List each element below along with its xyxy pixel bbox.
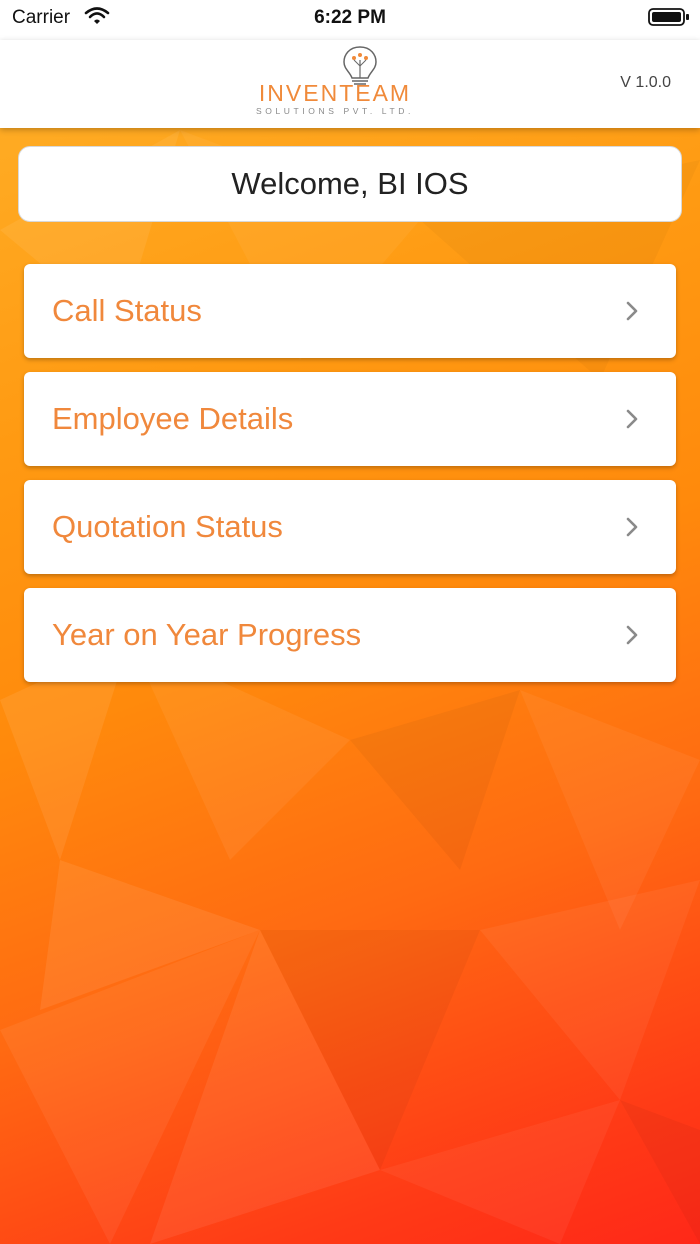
status-bar: Carrier 6:22 PM bbox=[0, 0, 700, 40]
chevron-right-icon bbox=[626, 301, 638, 326]
menu-item-year-on-year-progress[interactable]: Year on Year Progress bbox=[24, 588, 676, 682]
menu-item-call-status[interactable]: Call Status bbox=[24, 264, 676, 358]
welcome-banner: Welcome, BI IOS bbox=[18, 146, 682, 222]
status-time: 6:22 PM bbox=[314, 7, 386, 28]
welcome-text: Welcome, BI IOS bbox=[231, 166, 469, 201]
app-header: INVENTEAM SOLUTIONS PVT. LTD. V 1.0.0 bbox=[0, 40, 700, 128]
menu-item-quotation-status[interactable]: Quotation Status bbox=[24, 480, 676, 574]
menu-item-label: Call Status bbox=[52, 293, 202, 328]
menu-item-employee-details[interactable]: Employee Details bbox=[24, 372, 676, 466]
chevron-right-icon bbox=[626, 625, 638, 650]
menu-item-label: Year on Year Progress bbox=[52, 617, 362, 652]
inventeam-logo: INVENTEAM SOLUTIONS PVT. LTD. bbox=[240, 42, 430, 122]
main-menu: Call Status Employee Details Quotation S… bbox=[24, 264, 676, 696]
logo-subtitle: SOLUTIONS PVT. LTD. bbox=[256, 106, 414, 116]
chevron-right-icon bbox=[626, 517, 638, 542]
menu-item-label: Quotation Status bbox=[52, 509, 283, 544]
menu-item-label: Employee Details bbox=[52, 401, 294, 436]
app-version: V 1.0.0 bbox=[620, 74, 671, 91]
logo-wordmark: INVENTEAM bbox=[258, 80, 412, 106]
battery-icon bbox=[648, 7, 690, 32]
chevron-right-icon bbox=[626, 409, 638, 434]
